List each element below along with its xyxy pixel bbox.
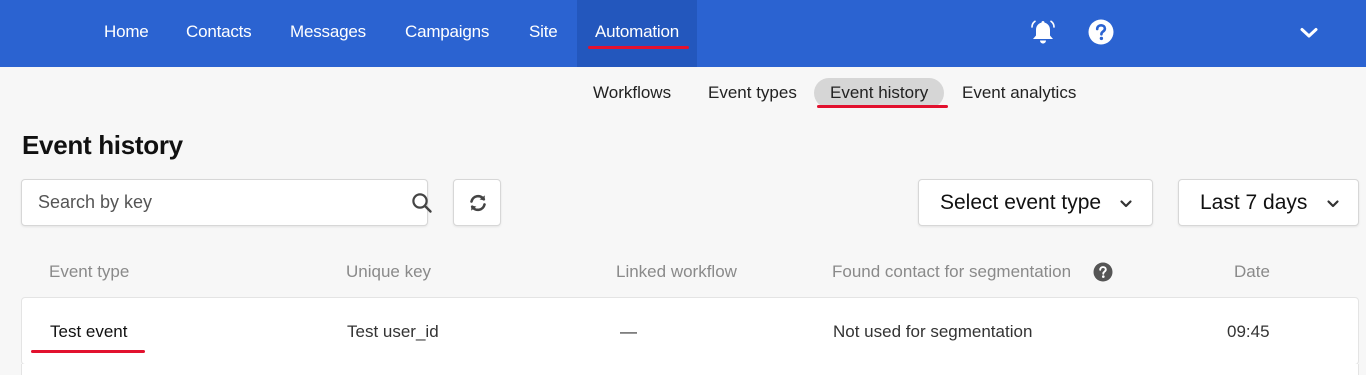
nav-item-campaigns[interactable]: Campaigns: [405, 0, 489, 67]
event-type-select[interactable]: Select event type: [918, 179, 1153, 226]
nav-item-site[interactable]: Site: [529, 0, 558, 67]
column-header-date: Date: [1234, 262, 1270, 281]
chevron-down-icon[interactable]: [1296, 22, 1322, 44]
help-circle-icon[interactable]: [1087, 18, 1115, 46]
nav-item-home[interactable]: Home: [104, 0, 149, 67]
event-type-select-label: Select event type: [940, 191, 1102, 214]
date-range-select[interactable]: Last 7 days: [1178, 179, 1359, 226]
help-icon[interactable]: [1093, 262, 1113, 282]
column-header-linked-workflow: Linked workflow: [616, 262, 737, 281]
column-header-unique-key: Unique key: [346, 262, 432, 281]
cell-unique-key: Test user_id: [347, 322, 439, 341]
chevron-down-icon: [1119, 197, 1133, 209]
column-header-found-contact: Found contact for segmentation: [832, 262, 1072, 281]
cell-event-type[interactable]: Test event: [50, 322, 128, 342]
column-header-event-type: Event type: [49, 262, 130, 281]
refresh-icon: [468, 193, 488, 213]
refresh-button[interactable]: [453, 179, 501, 226]
search-input[interactable]: [38, 180, 378, 225]
subnav-highlight-underline: [817, 105, 948, 108]
cell-date: 09:45: [1227, 322, 1270, 341]
search-box: [21, 179, 432, 226]
event-type-highlight-underline: [31, 350, 145, 353]
subnav-event-history[interactable]: Event history: [814, 78, 945, 108]
page-title: Event history: [22, 130, 183, 160]
subnav-workflows[interactable]: Workflows: [593, 78, 671, 108]
nav-item-contacts[interactable]: Contacts: [186, 0, 252, 67]
nav-item-messages[interactable]: Messages: [290, 0, 366, 67]
date-range-select-label: Last 7 days: [1200, 191, 1308, 214]
cell-linked-workflow: —: [620, 322, 637, 341]
cell-found-contact: Not used for segmentation: [833, 322, 1033, 341]
search-icon[interactable]: [411, 192, 433, 214]
table-row: [21, 364, 1359, 375]
nav-item-automation[interactable]: Automation: [577, 0, 697, 67]
bell-icon[interactable]: [1029, 18, 1057, 46]
subnav-event-analytics[interactable]: Event analytics: [962, 78, 1076, 108]
top-navigation: Home Contacts Messages Campaigns Site Au…: [0, 0, 1366, 67]
subnav-event-types[interactable]: Event types: [708, 78, 797, 108]
table-row[interactable]: Test event Test user_id — Not used for s…: [21, 297, 1359, 365]
chevron-down-icon: [1326, 197, 1340, 209]
